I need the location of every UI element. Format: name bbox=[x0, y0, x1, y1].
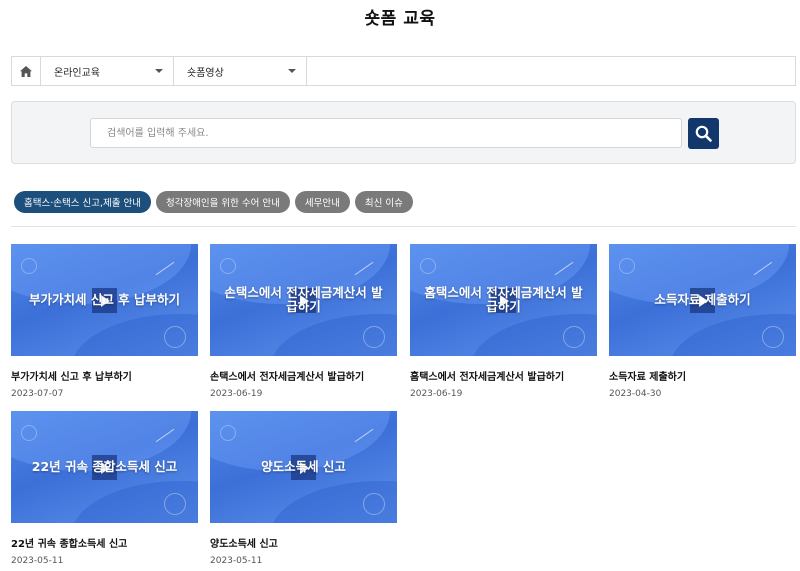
category-tabs: 홈택스·손택스 신고,제출 안내 청각장애인을 위한 수어 안내 세무안내 최신… bbox=[14, 191, 413, 213]
video-card[interactable]: 소득자료 제출하기 소득자료 제출하기 2023-04-30 bbox=[609, 244, 796, 399]
thumbnail-title: 홈택스에서 전자세금계산서 발급하기 bbox=[424, 285, 583, 314]
tab-sign-language[interactable]: 청각장애인을 위한 수어 안내 bbox=[155, 191, 290, 213]
thumbnail-title: 손택스에서 전자세금계산서 발급하기 bbox=[224, 285, 383, 314]
search-input[interactable] bbox=[90, 118, 682, 148]
search-panel bbox=[11, 101, 796, 164]
chevron-down-icon bbox=[155, 69, 163, 73]
thumbnail-title: 22년 귀속 종합소득세 신고 bbox=[31, 459, 178, 474]
search-button[interactable] bbox=[688, 118, 719, 149]
thumbnail-title: 양도소득세 신고 bbox=[261, 459, 346, 474]
video-title[interactable]: 소득자료 제출하기 bbox=[609, 368, 796, 383]
video-thumbnail[interactable]: 소득자료 제출하기 bbox=[609, 244, 796, 356]
video-date: 2023-06-19 bbox=[410, 389, 463, 399]
video-title[interactable]: 손택스에서 전자세금계산서 발급하기 bbox=[210, 368, 397, 383]
chevron-down-icon bbox=[288, 69, 296, 73]
video-title[interactable]: 홈택스에서 전자세금계산서 발급하기 bbox=[410, 368, 597, 383]
breadcrumb-select-level2[interactable]: 숏폼영상 bbox=[174, 57, 307, 85]
video-card[interactable]: 손택스에서 전자세금계산서 발급하기 손택스에서 전자세금계산서 발급하기 20… bbox=[210, 244, 397, 399]
video-thumbnail[interactable]: 22년 귀속 종합소득세 신고 bbox=[11, 411, 198, 523]
tab-tax-guide[interactable]: 세무안내 bbox=[294, 191, 350, 213]
breadcrumb-select-level1[interactable]: 온라인교육 bbox=[41, 57, 174, 85]
page-title: 숏폼 교육 bbox=[364, 9, 436, 29]
home-icon[interactable] bbox=[12, 57, 41, 85]
search-icon bbox=[695, 125, 712, 142]
thumbnail-title: 소득자료 제출하기 bbox=[654, 292, 751, 307]
divider bbox=[11, 226, 796, 227]
tab-latest-issues[interactable]: 최신 이슈 bbox=[354, 191, 413, 213]
video-card[interactable]: 22년 귀속 종합소득세 신고 22년 귀속 종합소득세 신고 2023-05-… bbox=[11, 411, 198, 566]
video-title[interactable]: 양도소득세 신고 bbox=[210, 535, 397, 550]
breadcrumb-level1-label: 온라인교육 bbox=[54, 67, 100, 79]
video-date: 2023-04-30 bbox=[609, 389, 662, 399]
video-date: 2023-07-07 bbox=[11, 389, 64, 399]
video-date: 2023-06-19 bbox=[210, 389, 263, 399]
video-thumbnail[interactable]: 양도소득세 신고 bbox=[210, 411, 397, 523]
video-title[interactable]: 22년 귀속 종합소득세 신고 bbox=[11, 535, 198, 550]
video-title[interactable]: 부가가치세 신고 후 납부하기 bbox=[11, 368, 198, 383]
video-card[interactable]: 양도소득세 신고 양도소득세 신고 2023-05-11 bbox=[210, 411, 397, 566]
video-thumbnail[interactable]: 부가가치세 신고 후 납부하기 bbox=[11, 244, 198, 356]
thumbnail-title: 부가가치세 신고 후 납부하기 bbox=[28, 292, 181, 307]
breadcrumb: 온라인교육 숏폼영상 bbox=[11, 56, 796, 86]
video-card[interactable]: 부가가치세 신고 후 납부하기 부가가치세 신고 후 납부하기 2023-07-… bbox=[11, 244, 198, 399]
video-thumbnail[interactable]: 손택스에서 전자세금계산서 발급하기 bbox=[210, 244, 397, 356]
tab-hometax-filing[interactable]: 홈택스·손택스 신고,제출 안내 bbox=[14, 191, 151, 213]
video-thumbnail[interactable]: 홈택스에서 전자세금계산서 발급하기 bbox=[410, 244, 597, 356]
video-card[interactable]: 홈택스에서 전자세금계산서 발급하기 홈택스에서 전자세금계산서 발급하기 20… bbox=[410, 244, 597, 399]
breadcrumb-level2-label: 숏폼영상 bbox=[187, 67, 224, 79]
video-date: 2023-05-11 bbox=[210, 556, 263, 566]
video-date: 2023-05-11 bbox=[11, 556, 64, 566]
